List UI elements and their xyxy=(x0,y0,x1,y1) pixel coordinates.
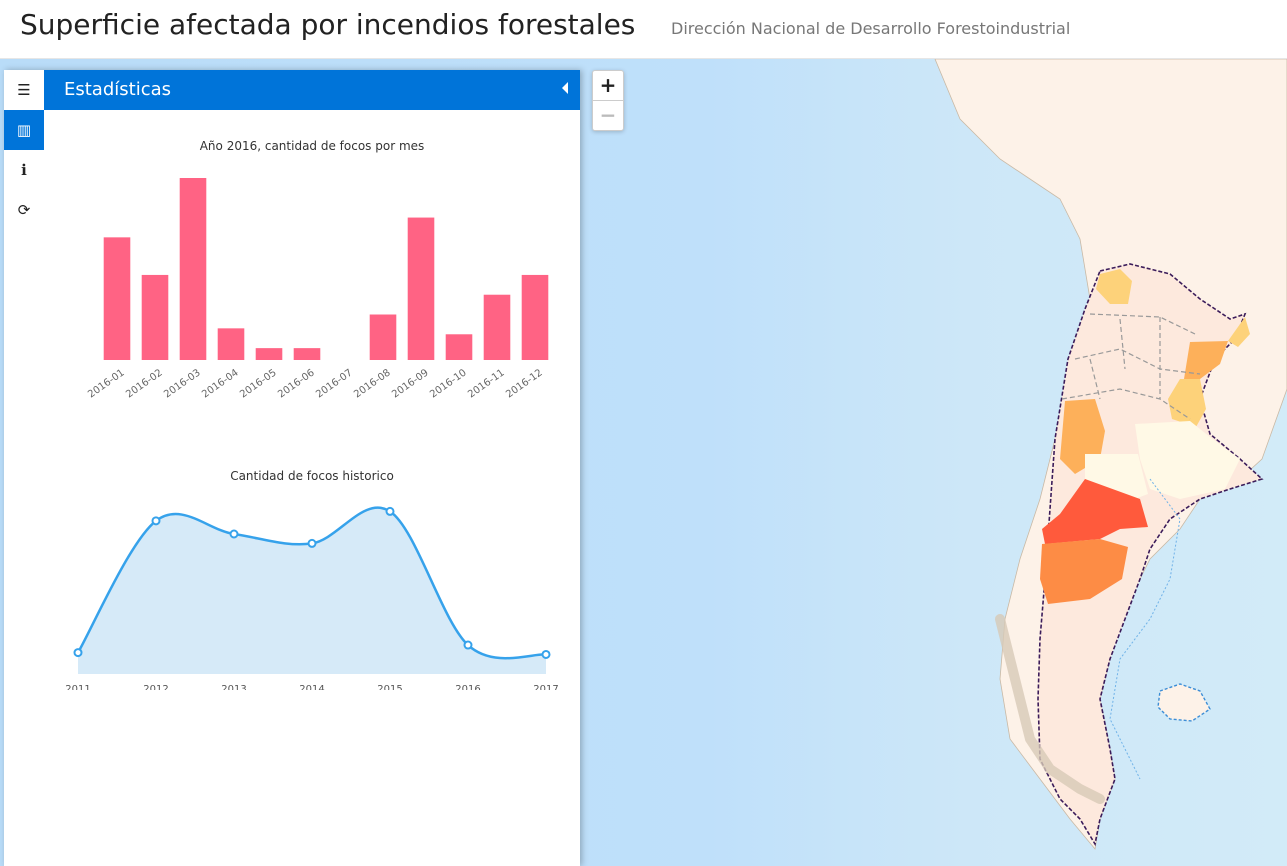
bar xyxy=(103,237,131,360)
pane-title: Estadísticas xyxy=(64,79,172,100)
x-tick-label: 2016-09 xyxy=(390,367,431,400)
x-tick-label: 2012 xyxy=(143,684,168,690)
sidebar: ☰ ▥ ℹ ⟳ Estadísticas Año 2016, cantidad … xyxy=(4,70,580,866)
data-point xyxy=(73,648,83,658)
collapse-icon[interactable] xyxy=(562,82,568,94)
x-tick-label: 2014 xyxy=(299,684,324,690)
bar xyxy=(217,328,245,360)
bar xyxy=(293,348,321,360)
menu-icon[interactable]: ☰ xyxy=(4,70,44,110)
x-tick-label: 2016 xyxy=(455,684,480,690)
zoom-in-button[interactable]: + xyxy=(593,71,623,100)
data-point xyxy=(151,516,161,526)
x-tick-label: 2016-07 xyxy=(314,367,355,400)
zoom-control: + − xyxy=(592,70,624,131)
pane-header: Estadísticas xyxy=(44,70,580,110)
bar xyxy=(255,348,283,360)
area-fill xyxy=(78,507,546,674)
area-chart: 2011 2012 2013 2014 2015 2016 2017 xyxy=(65,506,559,690)
x-tick-label: 2016-05 xyxy=(238,367,279,400)
x-tick-label: 2016-11 xyxy=(466,367,507,400)
info-icon[interactable]: ℹ xyxy=(4,150,44,190)
bar xyxy=(483,294,511,360)
bar xyxy=(369,314,397,360)
x-tick-label: 2016-06 xyxy=(276,367,317,400)
x-tick-label: 2013 xyxy=(221,684,246,690)
data-point xyxy=(385,506,395,516)
bar-chart-title: Año 2016, cantidad de focos por mes xyxy=(199,139,425,153)
bar xyxy=(141,274,169,360)
data-point xyxy=(307,538,317,548)
x-tick-label: 2016-02 xyxy=(124,367,165,400)
data-point xyxy=(541,649,551,659)
x-tick-label: 2016-08 xyxy=(352,367,393,400)
x-tick-label: 2016-12 xyxy=(504,367,545,400)
area-chart-title: Cantidad de focos historico xyxy=(230,469,394,483)
data-point xyxy=(463,640,473,650)
x-tick-label: 2016-04 xyxy=(200,367,241,400)
malvinas-islands xyxy=(1157,683,1211,722)
sidebar-tabs: ☰ ▥ ℹ ⟳ xyxy=(4,70,44,866)
page-title: Superficie afectada por incendios forest… xyxy=(20,8,636,41)
app-header: Superficie afectada por incendios forest… xyxy=(0,0,1287,59)
bar xyxy=(407,217,435,360)
x-tick-label: 2017 xyxy=(533,684,558,690)
page-subtitle: Dirección Nacional de Desarrollo Foresto… xyxy=(671,19,1071,38)
x-tick-label: 2015 xyxy=(377,684,402,690)
bar xyxy=(179,178,207,360)
bar xyxy=(521,274,549,360)
bar-chart: 2016-012016-022016-032016-042016-052016-… xyxy=(86,178,549,400)
zoom-out-button[interactable]: − xyxy=(593,100,623,130)
x-tick-label: 2016-01 xyxy=(86,367,127,400)
data-point xyxy=(229,529,239,539)
x-tick-label: 2016-03 xyxy=(162,367,203,400)
bar-chart-icon[interactable]: ▥ xyxy=(4,110,44,150)
x-tick-label: 2016-10 xyxy=(428,367,469,400)
x-tick-label: 2011 xyxy=(65,684,90,690)
refresh-icon[interactable]: ⟳ xyxy=(4,190,44,230)
bar xyxy=(445,334,473,360)
